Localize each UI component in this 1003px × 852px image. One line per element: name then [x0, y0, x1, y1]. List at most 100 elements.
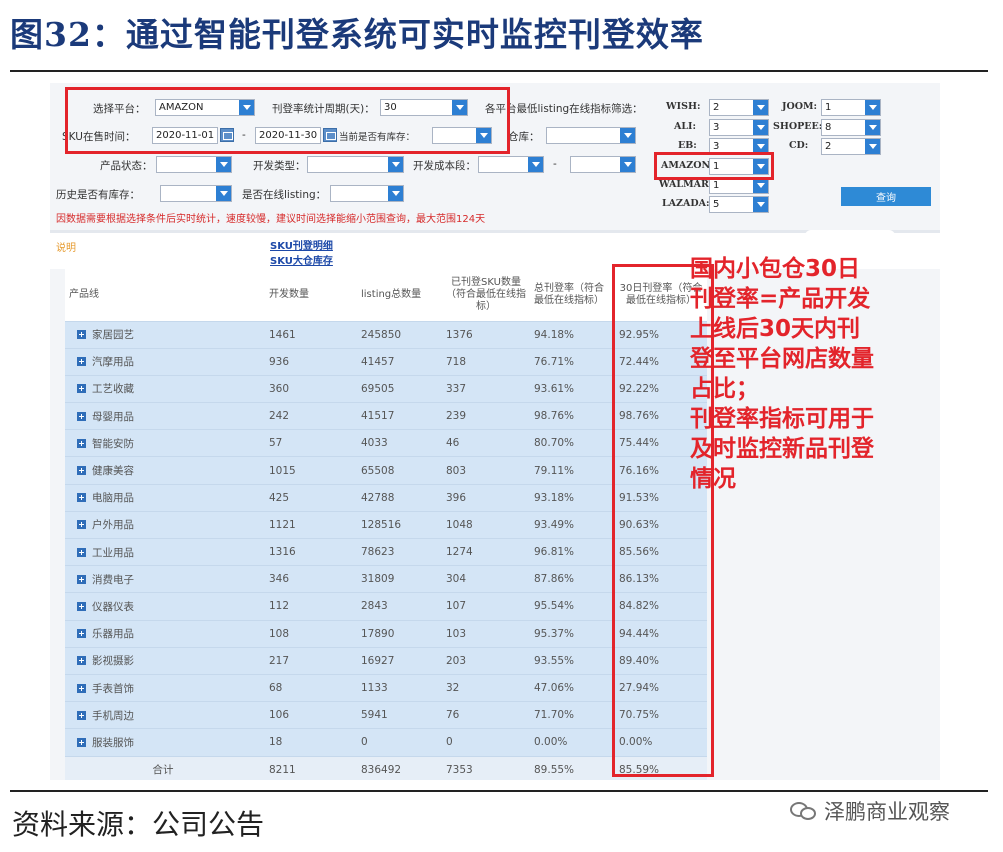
table-row[interactable]: 健康美容 1015 65508 803 79.11% 76.16% — [65, 456, 707, 485]
chevron-down-icon — [388, 186, 403, 201]
joom-value: 1 — [825, 102, 832, 113]
ali-select[interactable]: 3 — [709, 119, 769, 136]
product-line-cell: 消费电子 — [65, 565, 265, 593]
expand-icon[interactable] — [77, 330, 86, 340]
expand-icon[interactable] — [77, 438, 86, 448]
table-row[interactable]: 汽摩用品 936 41457 718 76.71% 72.44% — [65, 347, 707, 376]
annotation-line: 国内小包仓30日 — [690, 256, 861, 282]
joom-label: JOOM: — [782, 101, 818, 112]
table-cell: 46 — [442, 429, 530, 457]
sku-stock-link[interactable]: SKU大仓库存 — [270, 252, 333, 267]
table-row[interactable]: 服装服饰 18 0 0 0.00% 0.00% — [65, 728, 707, 756]
table-row[interactable]: 户外用品 1121 128516 1048 93.49% 90.63% — [65, 510, 707, 539]
chevron-down-icon — [216, 186, 231, 201]
table-row[interactable]: 手表首饰 68 1133 32 47.06% 27.94% — [65, 673, 707, 702]
product-line-cell: 仪器仪表 — [65, 592, 265, 621]
listing-rate-table: 产品线 开发数量 listing总数量 已刊登SKU数量（符合最低在线指标） 总… — [65, 269, 707, 780]
expand-icon[interactable] — [77, 520, 86, 530]
table-row[interactable]: 乐器用品 108 17890 103 95.37% 94.44% — [65, 619, 707, 648]
table-row[interactable]: 智能安防 57 4033 46 80.70% 75.44% — [65, 429, 707, 457]
product-line-label: 工艺收藏 — [92, 383, 134, 396]
expand-icon[interactable] — [77, 683, 86, 693]
shopee-select[interactable]: 8 — [821, 119, 881, 136]
expand-icon[interactable] — [77, 656, 86, 666]
product-line-label: 母婴用品 — [92, 410, 134, 423]
table-row[interactable]: 家居园艺 1461 245850 1376 94.18% 92.95% — [65, 320, 707, 349]
ali-value: 3 — [713, 122, 720, 133]
chevron-down-icon — [865, 120, 880, 135]
chevron-down-icon — [528, 157, 543, 172]
product-line-cell: 手机周边 — [65, 701, 265, 729]
lazada-select[interactable]: 5 — [709, 196, 769, 213]
col-header: 已刊登SKU数量（符合最低在线指标） — [442, 269, 530, 321]
online-listing-select[interactable] — [330, 185, 404, 202]
expand-icon[interactable] — [77, 357, 86, 367]
product-line-label: 健康美容 — [92, 465, 134, 478]
query-button[interactable]: 查询 — [841, 187, 931, 206]
dev-type-select[interactable] — [307, 156, 404, 173]
table-row[interactable]: 电脑用品 425 42788 396 93.18% 91.53% — [65, 483, 707, 512]
chevron-down-icon — [620, 157, 635, 172]
table-cell: 71.70% — [530, 701, 615, 729]
warehouse-select[interactable] — [546, 127, 636, 144]
table-cell: 98.76% — [530, 402, 615, 430]
shopee-value: 8 — [825, 122, 832, 133]
sku-detail-link[interactable]: SKU刊登明细 — [270, 237, 333, 252]
table-cell: 65508 — [357, 456, 442, 485]
table-cell: 96.81% — [530, 537, 615, 566]
product-line-label: 服装服饰 — [92, 736, 134, 749]
table-cell: 7353 — [442, 755, 530, 780]
table-cell: 396 — [442, 483, 530, 512]
table-row[interactable]: 手机周边 106 5941 76 71.70% 70.75% — [65, 701, 707, 729]
table-cell: 217 — [265, 646, 357, 675]
expand-icon[interactable] — [77, 547, 86, 557]
product-line-label: 乐器用品 — [92, 628, 134, 641]
wish-select[interactable]: 2 — [709, 99, 769, 116]
dev-type-label: 开发类型： — [253, 160, 306, 172]
table-row[interactable]: 影视摄影 217 16927 203 93.55% 89.40% — [65, 646, 707, 675]
cost-to-select[interactable] — [570, 156, 636, 173]
cost-from-select[interactable] — [478, 156, 544, 173]
table-cell: 360 — [265, 374, 357, 403]
table-cell: 94.18% — [530, 320, 615, 349]
expand-icon[interactable] — [77, 574, 86, 584]
product-line-label: 消费电子 — [92, 573, 134, 586]
highlight-box-filters — [65, 87, 510, 154]
note-link[interactable]: 说明 — [56, 239, 76, 254]
product-status-label: 产品状态： — [100, 160, 153, 172]
product-line-label: 影视摄影 — [92, 655, 134, 668]
table-row[interactable]: 仪器仪表 112 2843 107 95.54% 84.82% — [65, 592, 707, 621]
expand-icon[interactable] — [77, 601, 86, 611]
product-status-select[interactable] — [156, 156, 232, 173]
col-header: 产品线 — [65, 269, 265, 321]
table-row[interactable]: 工业用品 1316 78623 1274 96.81% 85.56% — [65, 537, 707, 566]
table-cell: 93.18% — [530, 483, 615, 512]
cd-select[interactable]: 2 — [821, 138, 881, 155]
table-cell: 239 — [442, 402, 530, 430]
annotation-line: 刊登率指标可用于 — [690, 406, 874, 432]
table-cell: 112 — [265, 592, 357, 621]
table-cell: 68 — [265, 673, 357, 702]
expand-icon[interactable] — [77, 384, 86, 394]
expand-icon[interactable] — [77, 493, 86, 503]
chevron-down-icon — [753, 178, 768, 193]
joom-select[interactable]: 1 — [821, 99, 881, 116]
table-row[interactable]: 消费电子 346 31809 304 87.86% 86.13% — [65, 565, 707, 593]
expand-icon[interactable] — [77, 466, 86, 476]
table-cell: 47.06% — [530, 673, 615, 702]
chevron-down-icon — [388, 157, 403, 172]
expand-icon[interactable] — [77, 411, 86, 421]
table-cell: 41457 — [357, 347, 442, 376]
expand-icon[interactable] — [77, 629, 86, 639]
col-header: 开发数量 — [265, 269, 357, 321]
product-line-label: 智能安防 — [92, 437, 134, 450]
product-line-cell: 工艺收藏 — [65, 374, 265, 403]
history-stock-select[interactable] — [160, 185, 232, 202]
history-stock-label: 历史是否有库存： — [56, 189, 140, 201]
table-row[interactable]: 工艺收藏 360 69505 337 93.61% 92.22% — [65, 374, 707, 403]
table-row[interactable]: 母婴用品 242 41517 239 98.76% 98.76% — [65, 402, 707, 430]
table-cell: 0.00% — [530, 728, 615, 756]
product-line-cell: 汽摩用品 — [65, 347, 265, 376]
expand-icon[interactable] — [77, 737, 86, 747]
expand-icon[interactable] — [77, 710, 86, 720]
